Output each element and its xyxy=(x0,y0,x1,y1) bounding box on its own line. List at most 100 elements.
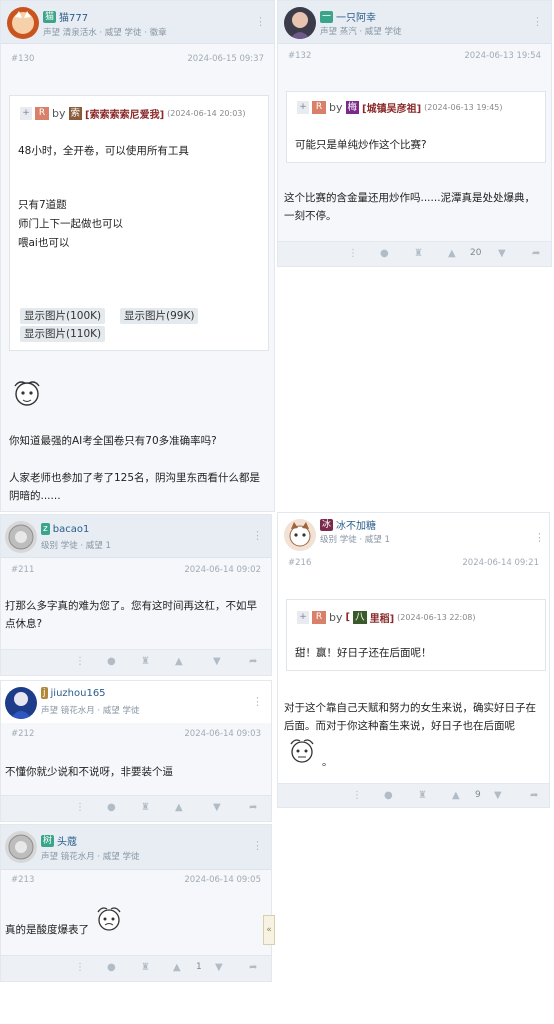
post-time: 2024-06-14 09:02 xyxy=(184,565,261,575)
reply-tag[interactable]: R xyxy=(35,107,49,120)
quote-user-tag: 索 xyxy=(68,107,83,120)
username-label: 一只阿幸 xyxy=(336,13,377,24)
post-132: 一 一只阿幸 声望 蒸汽 · 威望 学徒 ⋮ #132 2024-06-13 1… xyxy=(277,0,552,267)
user-meta: 声望 镜花水月 · 威望 学徒 xyxy=(41,852,140,862)
share-icon[interactable]: ➦ xyxy=(249,962,257,973)
quote-by: by xyxy=(329,101,343,114)
show-image-button[interactable]: 显示图片(100K) xyxy=(20,308,106,324)
quote-time: (2024-06-13 19:45) xyxy=(424,103,503,112)
post-line: 人家老师也参加了考了125名，阴沟里东西看什么都是 xyxy=(9,472,261,484)
sticker-image xyxy=(284,737,320,769)
more-icon[interactable]: ⋮ xyxy=(255,15,266,28)
quote-user-tag: 梅 xyxy=(345,101,360,114)
quote-bracket: [ xyxy=(345,612,351,623)
reply-icon[interactable]: ● xyxy=(107,656,116,667)
gift-icon[interactable]: ♜ xyxy=(141,656,150,667)
post-216: 冰 冰不加糖 级别 学徒 · 威望 1 ⋮ #216 2024-06-14 09… xyxy=(277,512,550,808)
quote-username[interactable]: [城镇吴彦祖] xyxy=(362,100,421,115)
floor-number[interactable]: #212 xyxy=(11,729,34,739)
more-icon[interactable]: ⋮ xyxy=(252,695,263,708)
reply-icon[interactable]: ● xyxy=(380,248,389,259)
user-tag: j xyxy=(41,687,48,699)
post-line: 对于这个靠自己天赋和努力的女生来说，确实好日子在 xyxy=(284,702,536,714)
floor-number[interactable]: #216 xyxy=(288,558,311,568)
user-meta: 声望 蒸汽 · 威望 学徒 xyxy=(320,27,402,37)
post-130: 猫 猫777 声望 清泉活水 · 威望 学徒 · 徽章 ⋮ #130 2024-… xyxy=(0,0,275,512)
username-label: 冰不加糖 xyxy=(336,521,377,532)
more-icon[interactable]: ⋮ xyxy=(252,839,263,852)
avatar[interactable] xyxy=(284,7,316,39)
post-line: 你知道最强的AI考全国卷只有70多准确率吗? xyxy=(9,435,217,447)
dislike-icon[interactable]: ▼ xyxy=(498,248,506,259)
floor-number[interactable]: #211 xyxy=(11,565,34,575)
expand-quote-button[interactable]: + xyxy=(297,101,309,114)
gift-icon[interactable]: ♜ xyxy=(414,248,423,259)
collapse-sidebar-button[interactable]: « xyxy=(263,915,275,945)
reply-tag[interactable]: R xyxy=(312,611,326,624)
user-tag: z xyxy=(41,523,50,535)
avatar[interactable] xyxy=(5,831,37,863)
reply-icon[interactable]: ● xyxy=(384,790,393,801)
quote-username[interactable]: 里稻] xyxy=(370,610,395,625)
post-line: 打那么多字真的难为您了。您有这时间再这杠，不如早 xyxy=(5,600,257,612)
dislike-icon[interactable]: ▼ xyxy=(213,802,221,813)
avatar[interactable] xyxy=(7,7,39,39)
more-icon[interactable]: ⋮ xyxy=(352,790,362,801)
share-icon[interactable]: ➦ xyxy=(249,656,257,667)
username[interactable]: z bacao1 xyxy=(41,523,89,535)
user-tag: 树 xyxy=(41,834,55,847)
show-image-button[interactable]: 显示图片(99K) xyxy=(120,308,199,324)
dislike-icon[interactable]: ▼ xyxy=(213,656,221,667)
floor-number[interactable]: #130 xyxy=(11,54,34,64)
reply-icon[interactable]: ● xyxy=(107,802,116,813)
expand-quote-button[interactable]: + xyxy=(297,611,309,624)
more-icon[interactable]: ⋮ xyxy=(532,15,543,28)
gift-icon[interactable]: ♜ xyxy=(141,962,150,973)
more-icon[interactable]: ⋮ xyxy=(75,802,85,813)
floor-number[interactable]: #132 xyxy=(288,51,311,61)
more-icon[interactable]: ⋮ xyxy=(252,529,263,542)
dislike-icon[interactable]: ▼ xyxy=(494,790,502,801)
dislike-icon[interactable]: ▼ xyxy=(215,962,223,973)
like-icon[interactable]: ▲ xyxy=(452,790,460,801)
avatar[interactable] xyxy=(5,687,37,719)
expand-quote-button[interactable]: + xyxy=(20,107,32,120)
more-icon[interactable]: ⋮ xyxy=(75,656,85,667)
post-header: z bacao1 级别 学徒 · 威望 1 ⋮ xyxy=(1,515,271,558)
reply-icon[interactable]: ● xyxy=(107,962,116,973)
quote-header: + R by [ 八 里稻] (2024-06-13 22:08) xyxy=(297,610,476,625)
post-line: 阴暗的...... xyxy=(9,490,61,502)
action-bar: ⋮ ● ♜ ▲ 9 ▼ ➦ xyxy=(278,783,549,807)
avatar[interactable] xyxy=(5,521,37,553)
more-icon[interactable]: ⋮ xyxy=(75,962,85,973)
like-icon[interactable]: ▲ xyxy=(175,656,183,667)
like-icon[interactable]: ▲ xyxy=(448,248,456,259)
gift-icon[interactable]: ♜ xyxy=(418,790,427,801)
show-image-button[interactable]: 显示图片(110K) xyxy=(20,326,106,342)
post-header: 一 一只阿幸 声望 蒸汽 · 威望 学徒 ⋮ xyxy=(278,1,551,44)
quote-username[interactable]: [索索索索尼爱我] xyxy=(85,106,164,121)
post-line: 一刻不停。 xyxy=(284,210,337,222)
like-icon[interactable]: ▲ xyxy=(175,802,183,813)
floor-number[interactable]: #213 xyxy=(11,875,34,885)
share-icon[interactable]: ➦ xyxy=(532,248,540,259)
quote-line: 只有7道题 xyxy=(18,199,67,211)
share-icon[interactable]: ➦ xyxy=(530,790,538,801)
gift-icon[interactable]: ♜ xyxy=(141,802,150,813)
reply-tag[interactable]: R xyxy=(312,101,326,114)
quote-line: 甜！赢！好日子还在后面呢！ xyxy=(295,647,432,659)
more-icon[interactable]: ⋮ xyxy=(348,248,358,259)
username[interactable]: 一 一只阿幸 xyxy=(320,9,376,24)
post-213: 树 头蔻 声望 镜花水月 · 威望 学徒 ⋮ #213 2024-06-14 0… xyxy=(0,824,272,982)
avatar[interactable] xyxy=(284,519,316,551)
like-icon[interactable]: ▲ xyxy=(173,962,181,973)
quote-by: by xyxy=(52,107,66,120)
more-icon[interactable]: ⋮ xyxy=(534,531,545,544)
username[interactable]: j jiuzhou165 xyxy=(41,687,106,699)
username[interactable]: 树 头蔻 xyxy=(41,833,77,848)
share-icon[interactable]: ➦ xyxy=(249,802,257,813)
post-line: 。 xyxy=(322,756,333,768)
username[interactable]: 猫 猫777 xyxy=(43,9,88,24)
username[interactable]: 冰 冰不加糖 xyxy=(320,517,376,532)
action-bar: ⋮ ● ♜ ▲ 20 ▼ ➦ xyxy=(278,241,551,266)
